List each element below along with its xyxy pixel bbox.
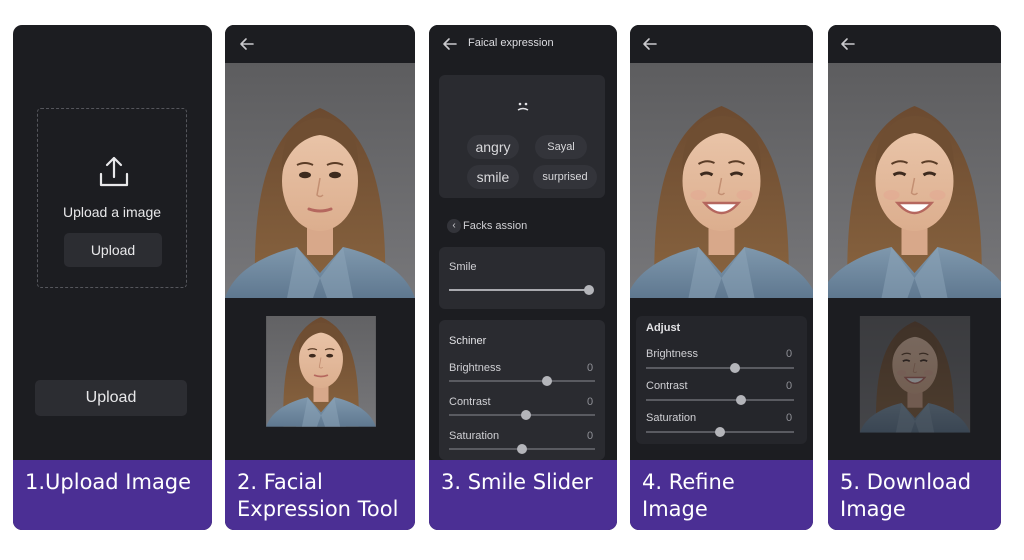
slider-value-contrast: 0 xyxy=(587,396,594,408)
top-bar xyxy=(630,25,813,63)
section-row[interactable]: ‹ Facks assion xyxy=(439,216,605,240)
back-arrow-icon[interactable] xyxy=(439,33,461,55)
screen-title: Faical expression xyxy=(468,37,554,49)
slider-handle-contrast[interactable] xyxy=(521,410,532,420)
step-caption: 4. Refine Image xyxy=(630,460,813,530)
slider-handle-brightness[interactable] xyxy=(729,363,740,373)
smile-slider-fill xyxy=(449,289,589,291)
step-refine-panel: Adjust Brightness 0 Contrast 0 Saturation 0 4… xyxy=(630,25,813,530)
expression-chip-sayal[interactable]: Sayal xyxy=(535,135,587,159)
slider-track-contrast[interactable] xyxy=(646,399,794,401)
upload-dropzone[interactable]: Upload a image Upload xyxy=(37,108,187,288)
chevron-left-icon: ‹ xyxy=(447,219,461,233)
main-photo xyxy=(630,63,813,298)
slider-handle-saturation[interactable] xyxy=(517,444,527,454)
adjust-card: Schiner Brightness 0 Contrast 0 Saturation 0 xyxy=(439,320,605,460)
slider-label-saturation: Saturation xyxy=(449,430,500,442)
slider-value-saturation: 0 xyxy=(786,412,793,424)
slider-label-saturation: Saturation xyxy=(646,412,697,424)
main-photo xyxy=(225,63,415,298)
upload-button[interactable]: Upload xyxy=(35,380,187,416)
upload-icon xyxy=(99,156,129,187)
adjust-title: Adjust xyxy=(646,322,681,334)
main-photo xyxy=(828,63,1001,298)
step-caption: 1.Upload Image xyxy=(13,460,212,530)
top-bar xyxy=(225,25,415,63)
slider-track-brightness[interactable] xyxy=(449,380,595,382)
section-row-label: Facks assion xyxy=(463,220,528,232)
adjust-title: Schiner xyxy=(449,335,487,347)
slider-handle-brightness[interactable] xyxy=(541,376,552,386)
back-arrow-icon[interactable] xyxy=(639,33,661,55)
expression-chip-surprised[interactable]: surprised xyxy=(533,165,597,189)
step-caption: 3. Smile Slider xyxy=(429,460,617,530)
step-download-panel: 5. Download Image xyxy=(828,25,1001,530)
step-caption: 2. Facial Expression Tool xyxy=(225,460,415,530)
upload-prompt: Upload a image xyxy=(62,204,162,220)
top-bar: Faical expression xyxy=(429,25,617,63)
smile-card: Smile xyxy=(439,247,605,309)
back-arrow-icon[interactable] xyxy=(837,33,859,55)
slider-track-brightness[interactable] xyxy=(646,367,794,369)
expression-chip-smile[interactable]: smile xyxy=(467,165,519,189)
smile-slider-handle[interactable] xyxy=(584,285,594,295)
slider-label-brightness: Brightness xyxy=(646,348,698,360)
slider-handle-contrast[interactable] xyxy=(735,395,746,405)
step-expression-tool-panel: 2. Facial Expression Tool xyxy=(225,25,415,530)
step-caption: 5. Download Image xyxy=(828,460,1001,530)
back-arrow-icon[interactable] xyxy=(236,33,258,55)
slider-value-saturation: 0 xyxy=(587,430,594,442)
smile-label: Smile xyxy=(449,261,477,273)
download-preview-photo[interactable] xyxy=(834,316,996,447)
slider-value-brightness: 0 xyxy=(786,348,793,360)
step-smile-slider-panel: Faical expression angry Sayal smile surp… xyxy=(429,25,617,530)
slider-label-contrast: Contrast xyxy=(646,380,688,392)
face-icon xyxy=(517,102,529,111)
slider-value-brightness: 0 xyxy=(587,362,594,374)
slider-label-brightness: Brightness xyxy=(449,362,501,374)
slider-label-contrast: Contrast xyxy=(449,396,491,408)
adjust-card: Adjust Brightness 0 Contrast 0 Saturation 0 xyxy=(636,316,807,444)
step-upload-panel: Upload a image Upload Upload 1.Upload Im… xyxy=(13,25,212,530)
slider-handle-saturation[interactable] xyxy=(715,427,725,437)
expression-card: angry Sayal smile surprised xyxy=(439,75,605,198)
upload-button-inner[interactable]: Upload xyxy=(64,233,162,267)
slider-value-contrast: 0 xyxy=(786,380,793,392)
expression-chip-angry[interactable]: angry xyxy=(467,135,519,159)
top-bar xyxy=(828,25,1001,63)
preview-photo xyxy=(235,316,407,447)
